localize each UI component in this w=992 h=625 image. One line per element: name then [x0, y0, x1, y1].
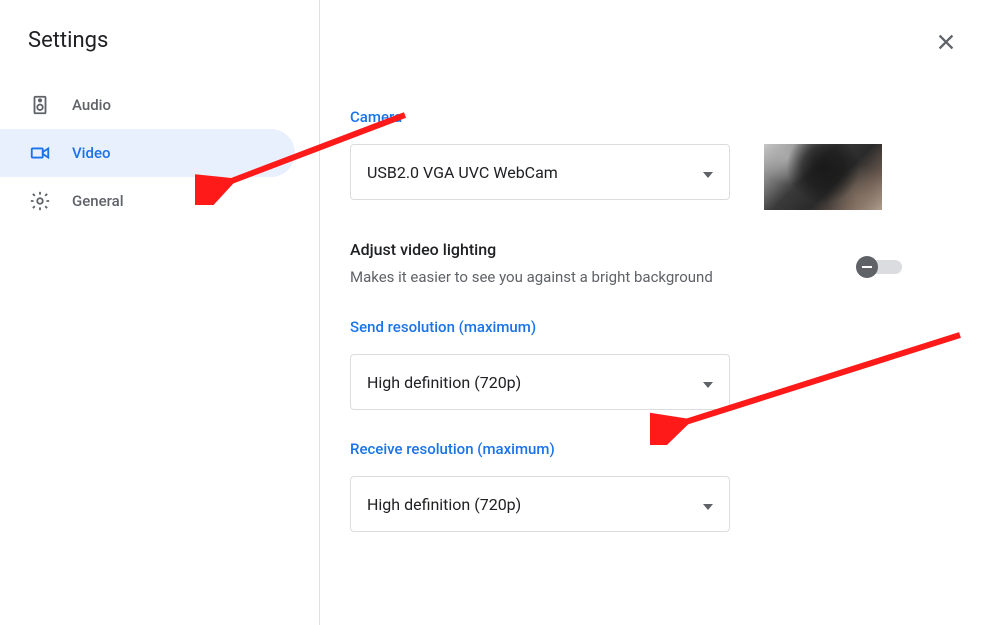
- close-icon: [935, 31, 957, 57]
- receive-resolution-dropdown[interactable]: High definition (720p): [350, 476, 730, 532]
- send-resolution-label: Send resolution (maximum): [350, 318, 960, 336]
- camera-dropdown-value: USB2.0 VGA UVC WebCam: [367, 163, 558, 182]
- sidebar-item-label: Video: [72, 144, 111, 162]
- camera-label: Camera: [350, 108, 960, 126]
- lighting-heading: Adjust video lighting: [350, 240, 713, 259]
- camera-section: Camera USB2.0 VGA UVC WebCam: [350, 108, 960, 210]
- sidebar-item-general[interactable]: General: [0, 177, 295, 225]
- camera-dropdown[interactable]: USB2.0 VGA UVC WebCam: [350, 144, 730, 200]
- chevron-down-icon: [703, 373, 713, 392]
- send-resolution-section: Send resolution (maximum) High definitio…: [350, 318, 960, 410]
- send-resolution-dropdown[interactable]: High definition (720p): [350, 354, 730, 410]
- send-resolution-value: High definition (720p): [367, 373, 521, 392]
- close-button[interactable]: [930, 28, 962, 60]
- main-panel: Camera USB2.0 VGA UVC WebCam Adjust vide…: [320, 0, 992, 625]
- sidebar: Settings Audio Video: [0, 0, 320, 625]
- camera-preview: [764, 144, 882, 210]
- lighting-description: Makes it easier to see you against a bri…: [350, 267, 713, 288]
- settings-title: Settings: [0, 28, 319, 81]
- sidebar-item-video[interactable]: Video: [0, 129, 295, 177]
- speaker-icon: [28, 93, 52, 117]
- sidebar-item-audio[interactable]: Audio: [0, 81, 295, 129]
- lighting-section: Adjust video lighting Makes it easier to…: [350, 240, 960, 288]
- chevron-down-icon: [703, 495, 713, 514]
- minus-icon: [862, 266, 872, 268]
- receive-resolution-value: High definition (720p): [367, 495, 521, 514]
- chevron-down-icon: [703, 163, 713, 182]
- sidebar-item-label: Audio: [72, 96, 111, 114]
- receive-resolution-label: Receive resolution (maximum): [350, 440, 960, 458]
- settings-dialog: Settings Audio Video: [0, 0, 992, 625]
- receive-resolution-section: Receive resolution (maximum) High defini…: [350, 440, 960, 532]
- gear-icon: [28, 189, 52, 213]
- toggle-thumb: [856, 256, 878, 278]
- sidebar-item-label: General: [72, 192, 124, 210]
- video-camera-icon: [28, 141, 52, 165]
- lighting-toggle[interactable]: [858, 258, 902, 276]
